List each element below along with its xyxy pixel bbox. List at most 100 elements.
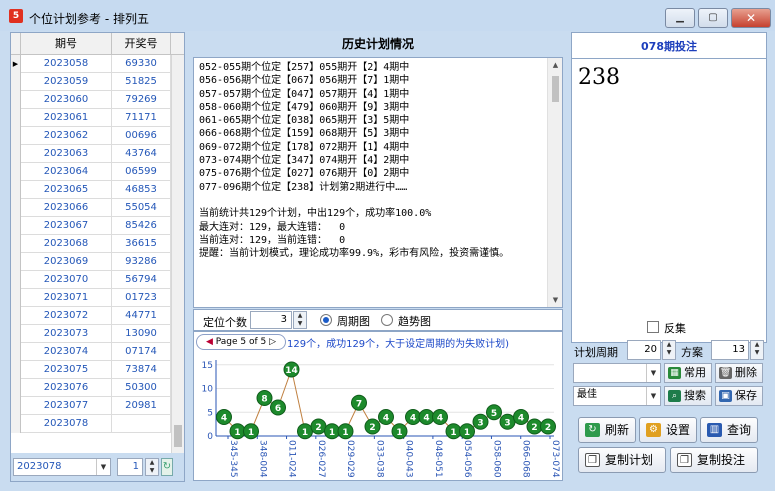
issue-select[interactable]: 2023078 ▼ [13, 458, 111, 476]
bet-textbox[interactable]: 238 [571, 59, 767, 343]
table-row[interactable]: 2023069 93286 [11, 253, 171, 271]
number-cell[interactable]: 69330 [112, 55, 171, 73]
number-cell[interactable] [112, 415, 171, 433]
issue-cell[interactable]: 2023061 [21, 109, 112, 127]
grid-scrollbar[interactable] [171, 55, 184, 460]
save-button[interactable]: ▣ 保存 [715, 386, 763, 406]
table-row[interactable]: 2023064 06599 [11, 163, 171, 181]
issue-cell[interactable]: 2023068 [21, 235, 112, 253]
row-header[interactable] [11, 361, 21, 379]
column-header-number[interactable]: 开奖号 [112, 33, 171, 55]
reverse-checkbox[interactable] [647, 321, 659, 333]
row-header[interactable] [11, 127, 21, 145]
issue-cell[interactable]: 2023060 [21, 91, 112, 109]
trend-chart-radio[interactable] [381, 314, 393, 326]
count-input[interactable]: 1 [117, 458, 143, 476]
row-header[interactable] [11, 289, 21, 307]
row-header[interactable] [11, 253, 21, 271]
table-row[interactable]: 2023068 36615 [11, 235, 171, 253]
scheme-spinner[interactable]: ▲ ▼ [750, 340, 764, 360]
number-cell[interactable]: 44771 [112, 307, 171, 325]
cycle-spinner[interactable]: ▲ ▼ [662, 340, 676, 360]
table-row[interactable]: 2023065 46853 [11, 181, 171, 199]
issue-cell[interactable]: 2023072 [21, 307, 112, 325]
issue-cell[interactable]: 2023058 [21, 55, 112, 73]
issue-cell[interactable]: 2023059 [21, 73, 112, 91]
row-header[interactable] [11, 145, 21, 163]
number-cell[interactable]: 85426 [112, 217, 171, 235]
table-row[interactable]: 2023059 51825 [11, 73, 171, 91]
table-row[interactable]: 2023060 79269 [11, 91, 171, 109]
number-cell[interactable]: 00696 [112, 127, 171, 145]
row-header[interactable] [11, 271, 21, 289]
table-row[interactable]: 2023062 00696 [11, 127, 171, 145]
number-cell[interactable]: 71171 [112, 109, 171, 127]
minimize-button[interactable]: ▁ [665, 8, 695, 28]
scheme-select[interactable]: ▼ [573, 363, 661, 383]
chart-pager[interactable]: ◀ Page 5 of 5 ▷ [196, 334, 286, 350]
delete-button[interactable]: 🗑 删除 [715, 363, 763, 383]
row-header[interactable] [11, 325, 21, 343]
number-cell[interactable]: 56794 [112, 271, 171, 289]
digits-spinner[interactable]: ▲ ▼ [293, 311, 307, 329]
table-row[interactable]: 2023071 01723 [11, 289, 171, 307]
scroll-down-icon[interactable]: ▼ [548, 293, 562, 307]
number-cell[interactable]: 79269 [112, 91, 171, 109]
refresh-button[interactable]: ↻ 刷新 [578, 417, 636, 443]
number-cell[interactable]: 46853 [112, 181, 171, 199]
grid-scroll-thumb[interactable] [174, 425, 182, 447]
close-button[interactable]: ✕ [731, 8, 771, 28]
issue-cell[interactable]: 2023064 [21, 163, 112, 181]
cycle-chart-radio[interactable] [320, 314, 332, 326]
number-cell[interactable]: 93286 [112, 253, 171, 271]
issue-cell[interactable]: 2023077 [21, 397, 112, 415]
row-header[interactable] [11, 397, 21, 415]
history-scroll-thumb[interactable] [552, 76, 559, 102]
row-header[interactable] [11, 73, 21, 91]
settings-button[interactable]: ⚙ 设置 [639, 417, 697, 443]
row-header[interactable] [11, 343, 21, 361]
row-header[interactable] [11, 235, 21, 253]
scheme-input[interactable]: 13 [711, 340, 749, 360]
scroll-up-icon[interactable]: ▲ [548, 58, 562, 72]
issue-cell[interactable]: 2023076 [21, 379, 112, 397]
number-cell[interactable]: 13090 [112, 325, 171, 343]
query-button[interactable]: ▥ 查询 [700, 417, 758, 443]
common-button[interactable]: ▦ 常用 [664, 363, 712, 383]
mode-select[interactable]: 最佳 ▼ [573, 386, 661, 406]
number-cell[interactable]: 06599 [112, 163, 171, 181]
issue-cell[interactable]: 2023062 [21, 127, 112, 145]
issue-cell[interactable]: 2023075 [21, 361, 112, 379]
digits-input[interactable]: 3 [250, 311, 292, 329]
history-scrollbar[interactable]: ▲ ▼ [547, 58, 562, 307]
row-header[interactable]: ▶ [11, 55, 21, 73]
cycle-input[interactable]: 20 [627, 340, 661, 360]
search-button[interactable]: ⌕ 搜索 [664, 386, 712, 406]
pager-prev-icon[interactable]: ◀ [206, 337, 213, 347]
table-row[interactable]: ▶ 2023058 69330 [11, 55, 171, 73]
issue-cell[interactable]: 2023067 [21, 217, 112, 235]
row-header[interactable] [11, 91, 21, 109]
copy-bet-button[interactable]: ❐ 复制投注 [670, 447, 758, 473]
history-textbox[interactable]: 052-055期个位定【257】055期开【2】4期中 056-056期个位定【0… [193, 57, 563, 308]
issue-cell[interactable]: 2023066 [21, 199, 112, 217]
issue-cell[interactable]: 2023073 [21, 325, 112, 343]
table-row[interactable]: 2023066 55054 [11, 199, 171, 217]
number-cell[interactable]: 55054 [112, 199, 171, 217]
table-row[interactable]: 2023078 [11, 415, 171, 433]
number-cell[interactable]: 20981 [112, 397, 171, 415]
number-cell[interactable]: 50300 [112, 379, 171, 397]
issue-cell[interactable]: 2023071 [21, 289, 112, 307]
row-header[interactable] [11, 163, 21, 181]
table-row[interactable]: 2023063 43764 [11, 145, 171, 163]
row-header[interactable] [11, 109, 21, 127]
table-row[interactable]: 2023067 85426 [11, 217, 171, 235]
refresh-grid-icon[interactable]: ↻ [161, 458, 173, 476]
table-row[interactable]: 2023075 73874 [11, 361, 171, 379]
pager-next-icon[interactable]: ▷ [269, 337, 276, 347]
issue-cell[interactable]: 2023074 [21, 343, 112, 361]
table-row[interactable]: 2023070 56794 [11, 271, 171, 289]
number-cell[interactable]: 07174 [112, 343, 171, 361]
copy-plan-button[interactable]: ❐ 复制计划 [578, 447, 666, 473]
count-spinner[interactable]: ▲ ▼ [145, 458, 159, 476]
